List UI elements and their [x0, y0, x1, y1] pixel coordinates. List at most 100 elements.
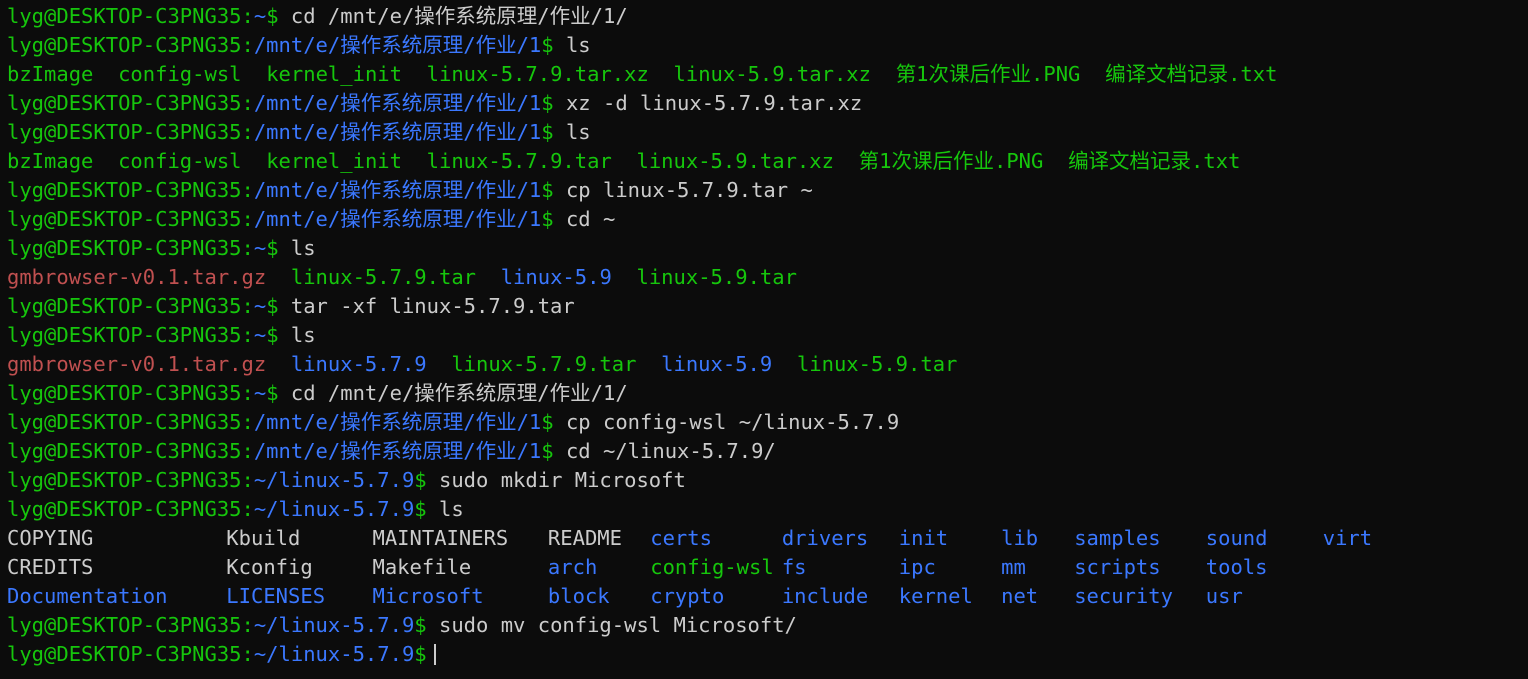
text-cursor[interactable]	[433, 644, 436, 665]
ls-entry: include	[781, 584, 869, 608]
ls-entry: drivers	[781, 526, 869, 550]
command-space	[554, 91, 566, 115]
prompt-separator: :	[241, 207, 254, 231]
ls-entry: bzImage	[7, 149, 94, 173]
prompt-path: ~	[253, 236, 267, 260]
terminal-line-prompt: lyg@DESKTOP-C3PNG35:~$ cd /mnt/e/操作系统原理/…	[7, 379, 1528, 408]
ls-entry: ipc	[898, 555, 936, 579]
prompt-path: /mnt/e/操作系统原理/作业/1	[253, 33, 542, 57]
terminal-line-prompt: lyg@DESKTOP-C3PNG35:/mnt/e/操作系统原理/作业/1$ …	[7, 408, 1528, 437]
prompt-path: /mnt/e/操作系统原理/作业/1	[253, 207, 542, 231]
command-text	[279, 4, 291, 28]
prompt-separator: :	[241, 439, 254, 463]
ls-gap	[1080, 62, 1105, 86]
terminal-line-prompt: lyg@DESKTOP-C3PNG35:/mnt/e/操作系统原理/作业/1$ …	[7, 205, 1528, 234]
prompt-separator: :	[241, 468, 254, 492]
prompt-path: /mnt/e/操作系统原理/作业/1	[253, 120, 542, 144]
ls-entry: config-wsl	[118, 62, 242, 86]
ls-kernel-row: Documentation LICENSES Microsoft block crypt…	[7, 582, 1528, 611]
prompt-separator: :	[241, 613, 254, 637]
ls-entry: linux-5.9.tar.xz	[636, 149, 834, 173]
prompt-separator: :	[241, 410, 254, 434]
prompt-separator: :	[241, 4, 254, 28]
prompt-separator: :	[241, 91, 254, 115]
terminal-line-prompt: lyg@DESKTOP-C3PNG35:/mnt/e/操作系统原理/作业/1$ …	[7, 437, 1528, 466]
ls-entry: Microsoft	[372, 584, 484, 608]
command-cd-work: cd /mnt/e/操作系统原理/作业/1/	[290, 4, 628, 28]
command-cd-work: cd /mnt/e/操作系统原理/作业/1/	[290, 381, 628, 405]
ls-entry: linux-5.7.9	[290, 352, 427, 376]
command-ls: ls	[565, 120, 591, 144]
prompt-userhost: lyg@DESKTOP-C3PNG35	[7, 207, 242, 231]
prompt-dollar: $	[541, 120, 554, 144]
terminal-window[interactable]: lyg@DESKTOP-C3PNG35:~$ cd /mnt/e/操作系统原理/…	[0, 0, 1528, 679]
command-space	[279, 381, 291, 405]
prompt-dollar: $	[266, 236, 279, 260]
ls-entry: samples	[1074, 526, 1161, 550]
ls-entry: linux-5.7.9.tar	[290, 265, 477, 289]
prompt-separator: :	[241, 178, 254, 202]
command-space	[279, 294, 291, 318]
terminal-line-prompt: lyg@DESKTOP-C3PNG35:/mnt/e/操作系统原理/作业/1$ …	[7, 31, 1528, 60]
prompt-userhost: lyg@DESKTOP-C3PNG35	[7, 294, 242, 318]
prompt-separator: :	[241, 497, 254, 521]
ls-gap	[266, 352, 291, 376]
ls-entry: Makefile	[372, 555, 472, 579]
prompt-dollar: $	[541, 439, 554, 463]
command-sudo-mkdir: sudo mkdir Microsoft	[438, 468, 686, 492]
ls-kernel-row: COPYING Kbuild MAINTAINERS README certs drive…	[7, 524, 1528, 553]
prompt-userhost: lyg@DESKTOP-C3PNG35	[7, 91, 242, 115]
ls-gap	[612, 265, 637, 289]
prompt-userhost: lyg@DESKTOP-C3PNG35	[7, 33, 242, 57]
prompt-userhost: lyg@DESKTOP-C3PNG35	[7, 4, 242, 28]
command-cp-config: cp config-wsl ~/linux-5.7.9	[565, 410, 900, 434]
prompt-dollar: $	[541, 207, 554, 231]
ls-entry: gmbrowser-v0.1.tar.gz	[7, 352, 267, 376]
ls-entry: CREDITS	[7, 555, 94, 579]
prompt-userhost: lyg@DESKTOP-C3PNG35	[7, 178, 242, 202]
ls-gap	[402, 149, 427, 173]
prompt-userhost: lyg@DESKTOP-C3PNG35	[7, 120, 242, 144]
ls-entry: kernel	[898, 584, 973, 608]
command-space	[554, 178, 566, 202]
ls-entry: linux-5.7.9.tar.xz	[426, 62, 649, 86]
ls-entry: 第1次课后作业.PNG	[895, 62, 1081, 86]
ls-entry: README	[547, 526, 622, 550]
prompt-userhost: lyg@DESKTOP-C3PNG35	[7, 381, 242, 405]
ls-entry: usr	[1205, 584, 1243, 608]
ls-entry: lib	[1001, 526, 1039, 550]
command-space	[554, 439, 566, 463]
command-space	[279, 236, 291, 260]
prompt-separator: :	[241, 236, 254, 260]
ls-entry: security	[1074, 584, 1173, 608]
command-space	[427, 468, 439, 492]
ls-entry: LICENSES	[226, 584, 326, 608]
ls-gap	[772, 352, 797, 376]
ls-entry: linux-5.9.tar	[636, 265, 797, 289]
ls-entry: linux-5.9	[500, 265, 612, 289]
prompt-path: ~	[253, 381, 267, 405]
command-ls: ls	[290, 236, 316, 260]
terminal-line-active-prompt[interactable]: lyg@DESKTOP-C3PNG35:~/linux-5.7.9$	[7, 640, 1528, 669]
ls-gap	[93, 149, 118, 173]
ls-output-work-before: bzImage config-wsl kernel_init linux-5.7…	[7, 60, 1528, 89]
ls-kernel-row: CREDITS Kconfig Makefile arch config-wsl fs ip…	[7, 553, 1528, 582]
ls-gap	[871, 62, 896, 86]
prompt-userhost: lyg@DESKTOP-C3PNG35	[7, 468, 242, 492]
ls-entry: linux-5.7.9.tar	[426, 149, 612, 173]
ls-output-home-before: gmbrowser-v0.1.tar.gz linux-5.7.9.tar li…	[7, 263, 1528, 292]
ls-entry: sound	[1205, 526, 1268, 550]
ls-gap	[93, 62, 118, 86]
ls-entry: Kbuild	[226, 526, 301, 550]
ls-entry: COPYING	[7, 526, 94, 550]
command-ls: ls	[565, 33, 591, 57]
command-space	[427, 497, 439, 521]
ls-entry: init	[898, 526, 949, 550]
prompt-path: /mnt/e/操作系统原理/作业/1	[253, 410, 542, 434]
ls-gap	[242, 62, 267, 86]
ls-entry: block	[547, 584, 610, 608]
prompt-userhost: lyg@DESKTOP-C3PNG35	[7, 410, 242, 434]
prompt-separator: :	[241, 120, 254, 144]
prompt-path: ~/linux-5.7.9	[253, 497, 415, 521]
ls-gap	[476, 265, 501, 289]
